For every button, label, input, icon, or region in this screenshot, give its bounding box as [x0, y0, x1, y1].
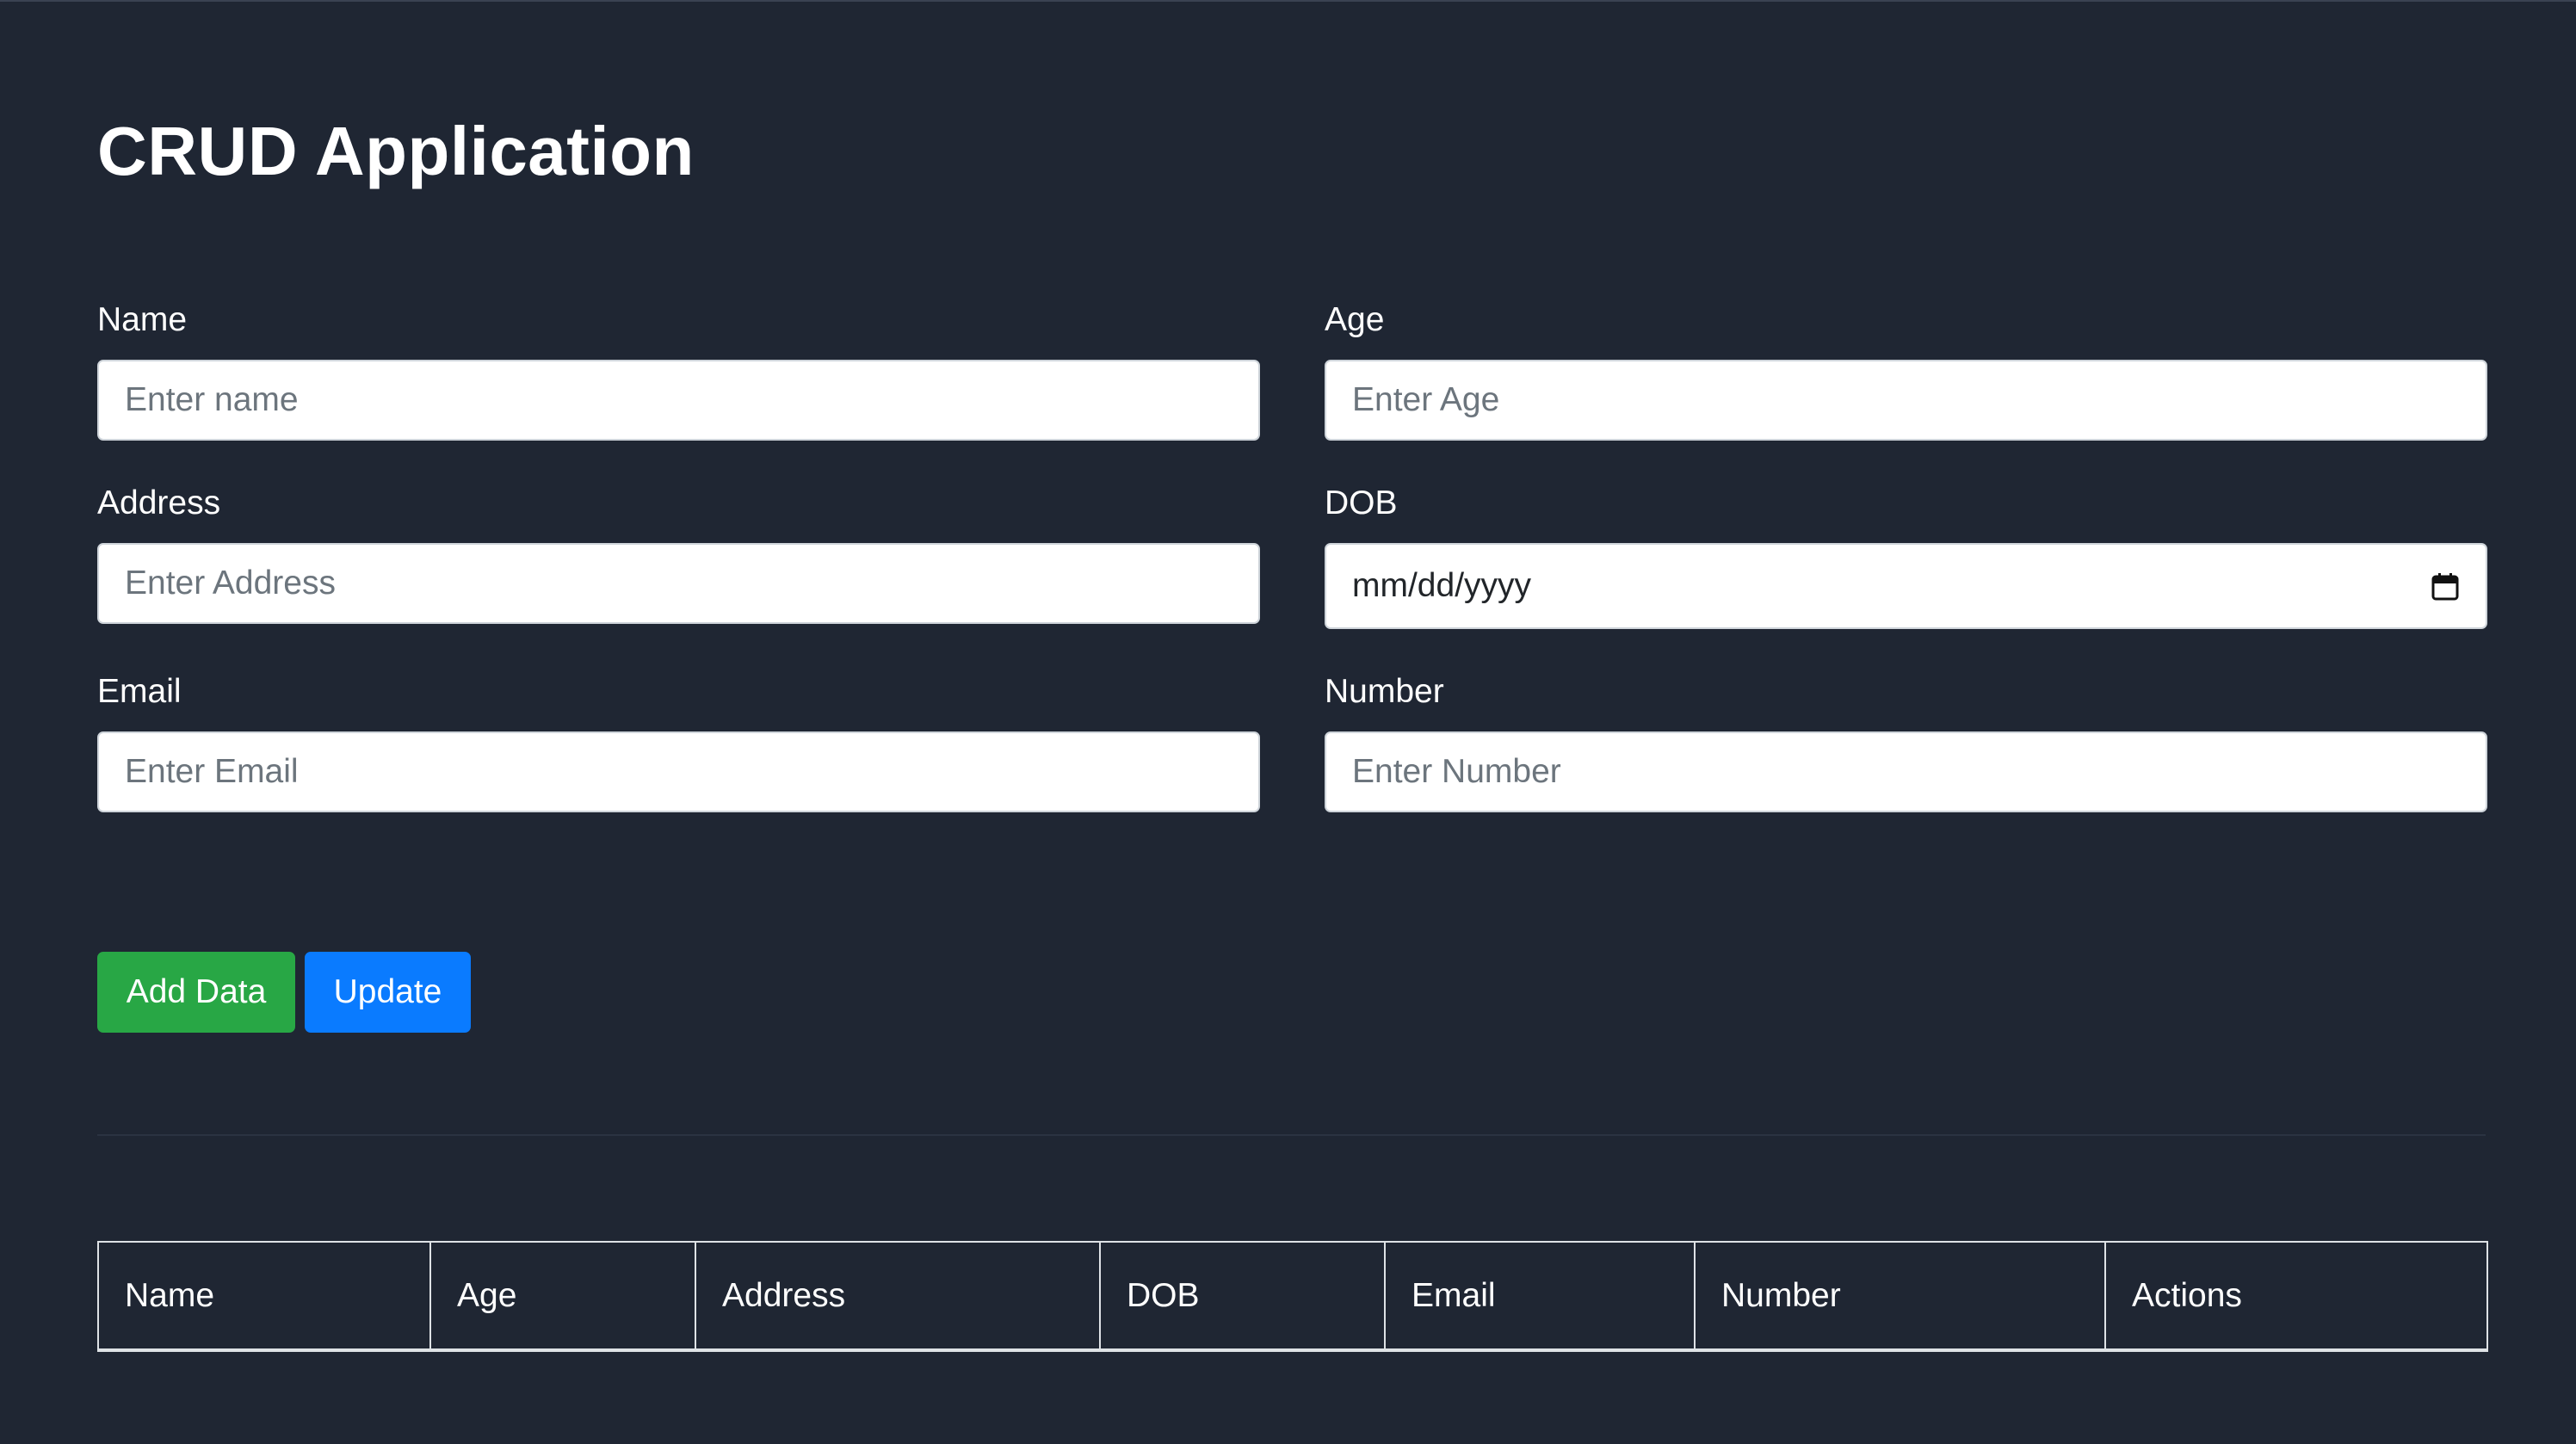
age-label: Age [1325, 301, 1385, 338]
dob-field-group: DOB mm/dd/yyyy [1325, 481, 2487, 629]
name-label: Name [97, 301, 188, 338]
age-field-group: Age Enter Age [1325, 298, 2487, 441]
name-input[interactable]: Enter name [97, 360, 1260, 441]
age-input[interactable]: Enter Age [1325, 360, 2487, 441]
column-header-name: Name [97, 1241, 431, 1352]
data-table: Name Age Address DOB Email Number Action… [97, 1241, 2488, 1352]
number-field-group: Number Enter Number [1325, 670, 2487, 812]
column-header-email: Email [1384, 1241, 1696, 1352]
add-data-button[interactable]: Add Data [97, 952, 295, 1033]
column-header-number: Number [1694, 1241, 2106, 1352]
app-page: CRUD Application Name Enter name Age Ent… [0, 0, 2576, 1444]
column-header-dob: DOB [1099, 1241, 1386, 1352]
name-placeholder: Enter name [125, 381, 299, 418]
page-title: CRUD Application [97, 113, 695, 189]
column-header-age: Age [429, 1241, 696, 1352]
dob-label: DOB [1325, 484, 1398, 521]
name-field-group: Name Enter name [97, 298, 1260, 441]
address-label: Address [97, 484, 221, 521]
calendar-icon[interactable] [2431, 571, 2460, 601]
email-field-group: Email Enter Email [97, 670, 1260, 812]
column-header-address: Address [695, 1241, 1101, 1352]
age-placeholder: Enter Age [1352, 381, 1500, 418]
section-divider [97, 1134, 2486, 1136]
address-input[interactable]: Enter Address [97, 543, 1260, 624]
update-button[interactable]: Update [305, 952, 471, 1033]
address-placeholder: Enter Address [125, 565, 336, 602]
email-label: Email [97, 673, 182, 710]
number-input[interactable]: Enter Number [1325, 731, 2487, 812]
email-placeholder: Enter Email [125, 753, 299, 790]
column-header-actions: Actions [2104, 1241, 2488, 1352]
address-field-group: Address Enter Address [97, 481, 1260, 624]
dob-input[interactable]: mm/dd/yyyy [1325, 543, 2487, 629]
table-header-row: Name Age Address DOB Email Number Action… [97, 1241, 2488, 1352]
dob-placeholder: mm/dd/yyyy [1352, 567, 1532, 604]
number-placeholder: Enter Number [1352, 753, 1561, 790]
number-label: Number [1325, 673, 1444, 710]
email-input[interactable]: Enter Email [97, 731, 1260, 812]
